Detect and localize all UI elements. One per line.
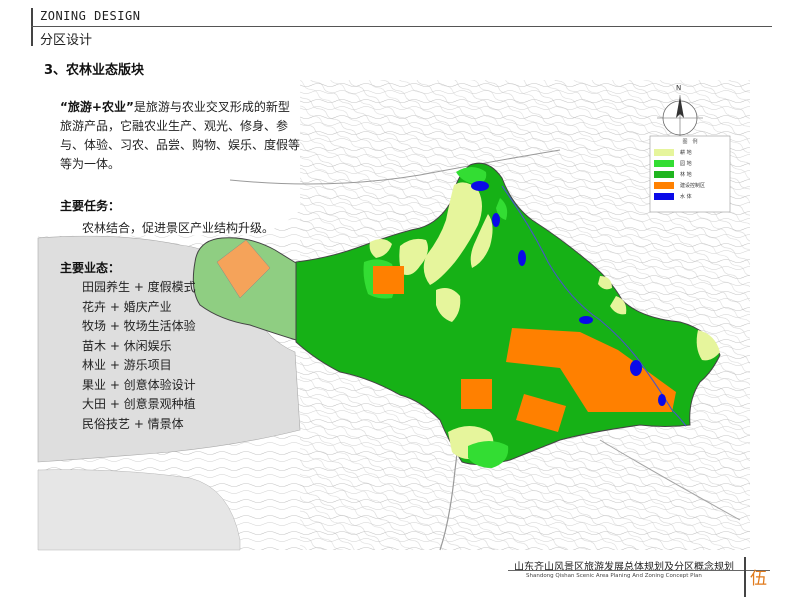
- legend-item: 耕 地: [654, 147, 726, 158]
- legend-label: 水 体: [680, 194, 692, 200]
- legend-swatch-construction: [654, 182, 674, 189]
- water-body-1: [471, 181, 489, 191]
- map-legend: 图 例 耕 地 园 地 林 地 建设控制区 水 体: [654, 138, 726, 202]
- legend-item: 建设控制区: [654, 180, 726, 191]
- water-body-6: [658, 394, 666, 406]
- list-item: 牧场 + 牧场生活体验: [82, 319, 196, 333]
- footer-bar: [744, 557, 746, 597]
- list-item: 田园养生 + 度假模式: [82, 280, 196, 294]
- water-body-3: [518, 250, 526, 266]
- water-body-4: [579, 316, 593, 324]
- legend-label: 园 地: [680, 161, 692, 167]
- panel-title: 3、农林业态版块: [44, 63, 145, 78]
- legend-swatch-orchard: [654, 160, 674, 167]
- legend-label: 耕 地: [680, 150, 692, 156]
- list-item: 民俗技艺 + 情景体: [82, 416, 184, 431]
- list-item: 大田 + 创意景观种植: [82, 397, 196, 411]
- legend-swatch-water: [654, 193, 674, 200]
- list-item: 林业 + 游乐项目: [82, 358, 172, 372]
- construction-zone-1: [373, 266, 404, 294]
- legend-item: 水 体: [654, 191, 726, 202]
- legend-item: 园 地: [654, 158, 726, 169]
- business-list: 田园养生 + 度假模式 花卉 + 婚庆产业 牧场 + 牧场生活体验 苗木 + 休…: [82, 278, 196, 434]
- page-number: 伍: [750, 569, 767, 589]
- intro-highlight: “旅游+农业”: [60, 100, 134, 114]
- task-title: 主要任务：: [60, 199, 121, 213]
- list-item: 果业 + 创意体验设计: [82, 377, 196, 392]
- compass-north-label: N: [676, 84, 682, 92]
- legend-label: 建设控制区: [680, 183, 706, 189]
- intro-paragraph: “旅游+农业”是旅游与农业交叉形成的新型旅游产品，它融农业生产、观光、修身、参与…: [60, 98, 300, 174]
- water-body-5: [630, 360, 642, 376]
- legend-item: 林 地: [654, 169, 726, 180]
- water-body-2: [492, 213, 500, 227]
- legend-label: 林 地: [680, 172, 692, 178]
- list-item: 花卉 + 婚庆产业: [82, 299, 172, 314]
- construction-zone-3: [461, 379, 492, 409]
- legend-swatch-forest: [654, 171, 674, 178]
- business-title: 主要业态：: [60, 261, 121, 275]
- footer-divider: [508, 570, 770, 571]
- list-item: 苗木 + 休闲娱乐: [82, 338, 172, 353]
- legend-title: 图 例: [682, 139, 698, 145]
- footer-title-en: Shandong Qishan Scenic Area Planing And …: [526, 573, 702, 579]
- task-text: 农林结合，促进景区产业结构升级。: [82, 221, 275, 235]
- legend-swatch-cultivated: [654, 149, 674, 156]
